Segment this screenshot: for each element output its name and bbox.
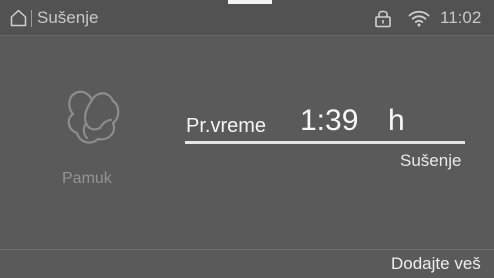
status-separator <box>31 10 32 27</box>
remaining-time-value: 1:39 <box>300 104 359 137</box>
lock-icon <box>375 10 391 28</box>
progress-bar <box>185 141 465 144</box>
drying-display: Sušenje 11:02 Pamuk Pr.vreme 1:39 h Suše… <box>0 0 494 278</box>
add-laundry-button[interactable]: Dodajte veš <box>391 254 481 274</box>
clock: 11:02 <box>440 8 482 27</box>
cotton-icon <box>67 90 120 144</box>
remaining-time-label: Pr.vreme <box>186 115 267 137</box>
phase-label: Sušenje <box>400 151 462 170</box>
home-icon[interactable] <box>10 9 27 27</box>
remaining-time-unit: h <box>388 104 405 137</box>
status-bar: Sušenje 11:02 <box>0 0 494 36</box>
top-notch-indicator <box>228 0 272 4</box>
bottom-divider <box>0 249 494 250</box>
program-name: Pamuk <box>62 170 112 187</box>
wifi-icon <box>408 10 430 27</box>
status-title: Sušenje <box>37 8 99 27</box>
progress-fill <box>185 141 465 144</box>
